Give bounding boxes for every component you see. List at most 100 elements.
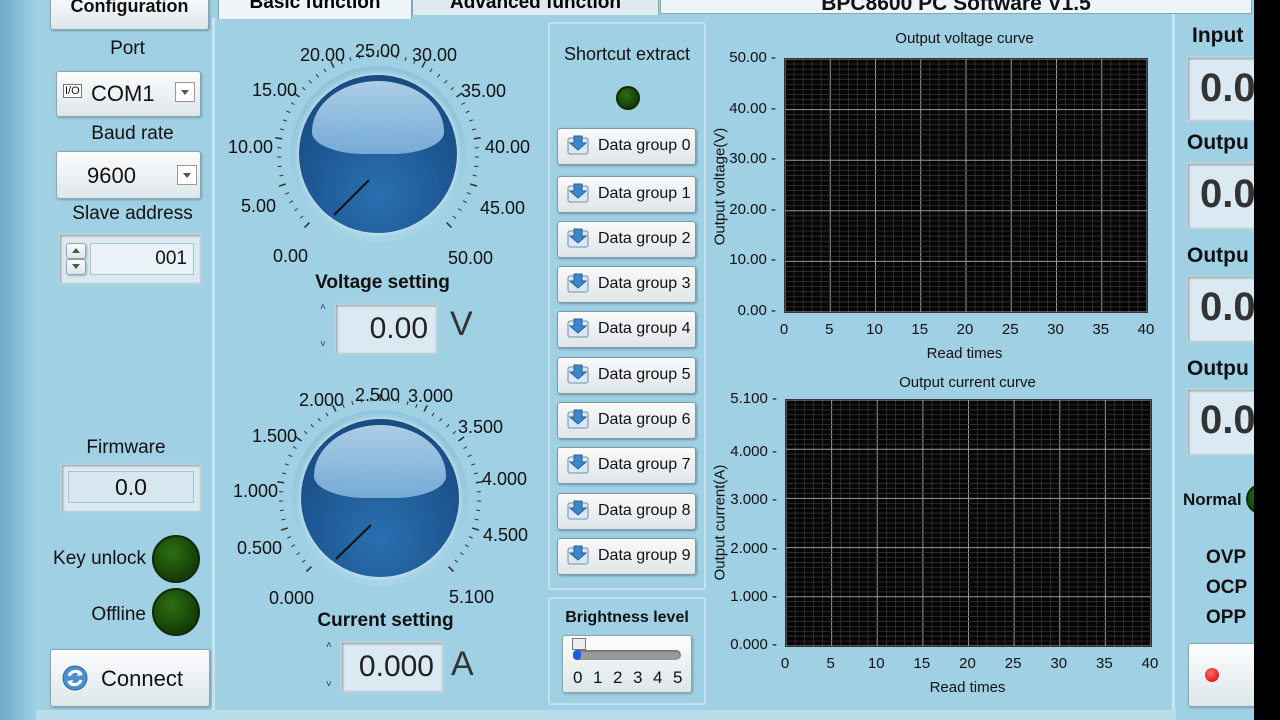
current-tick-mark	[281, 518, 286, 521]
load-data-icon	[567, 409, 589, 429]
current-tick-4: 2.000	[299, 390, 345, 410]
voltage-tick-2: 10.00	[228, 137, 274, 157]
baud-rate-select[interactable]: 9600	[56, 151, 201, 199]
tab-advanced-function[interactable]: Advanced function	[412, 0, 659, 15]
voltage-tick-mark	[279, 174, 284, 177]
baud-rate-label: Baud rate	[91, 123, 174, 144]
x-tick-label: 40	[1141, 655, 1159, 672]
load-data-icon	[567, 318, 589, 338]
x-tick-label: 15	[911, 321, 929, 338]
voltage-tick-mark	[286, 110, 291, 114]
current-tick-mark	[287, 536, 292, 539]
data-group-label-8: Data group 8	[598, 502, 691, 519]
slave-address-field[interactable]: 001	[58, 233, 202, 285]
brightness-panel: Brightness level 012345	[548, 597, 706, 705]
y-tick-label: 4.000 -	[730, 443, 777, 461]
voltage-tick-mark	[303, 222, 310, 229]
input-label: Input	[1192, 24, 1244, 47]
tab-advanced-function-label: Advanced function	[449, 0, 621, 13]
x-tick-label: 0	[779, 321, 789, 338]
data-group-button-8[interactable]: Data group 8	[557, 493, 696, 530]
current-tick-mark	[325, 412, 329, 417]
voltage-chart-ylabel: Output voltage(V)	[711, 127, 729, 246]
voltage-tick-mark	[301, 86, 306, 91]
data-group-label-1: Data group 1	[598, 185, 691, 202]
current-tick-mark	[467, 454, 472, 458]
voltage-increment[interactable]: ˄	[320, 303, 332, 315]
current-tick-mark	[317, 417, 321, 422]
shortcut-extract-indicator	[616, 86, 640, 110]
current-tick-10: 5.100	[449, 587, 495, 607]
data-group-button-1[interactable]: Data group 1	[557, 176, 696, 213]
baud-rate-dropdown-arrow[interactable]	[177, 165, 197, 185]
current-tick-mark	[474, 518, 479, 521]
voltage-tick-mark	[404, 56, 407, 61]
brightness-tick-4: 4	[653, 668, 663, 687]
key-unlock-label: Key unlock	[53, 548, 146, 569]
slave-address-down[interactable]	[66, 259, 86, 275]
current-tick-mark	[351, 400, 354, 405]
data-group-button-2[interactable]: Data group 2	[557, 221, 696, 258]
output-label-1: Outpu	[1187, 131, 1249, 154]
voltage-chart-grid	[784, 58, 1148, 313]
port-select[interactable]: I/O COM1	[56, 71, 201, 117]
data-group-label-9: Data group 9	[598, 547, 691, 564]
data-group-button-4[interactable]: Data group 4	[557, 311, 696, 348]
data-group-button-0[interactable]: Data group 0	[557, 128, 696, 165]
brightness-tick-5: 5	[673, 668, 683, 687]
voltage-setting-label: Voltage setting	[315, 272, 450, 293]
data-group-button-9[interactable]: Data group 9	[557, 538, 696, 575]
current-tick-mark	[296, 552, 301, 556]
firmware-field: 0.0	[60, 463, 202, 513]
current-chart-plot	[785, 399, 1152, 647]
current-tick-mark	[464, 544, 469, 548]
current-value: 0.000	[358, 650, 434, 683]
configuration-button[interactable]: Configuration	[50, 0, 209, 30]
brightness-track[interactable]	[573, 650, 681, 660]
brightness-slider[interactable]: 012345	[562, 635, 692, 693]
x-tick-label: 40	[1137, 321, 1155, 338]
brightness-thumb[interactable]	[572, 638, 586, 650]
data-group-button-7[interactable]: Data group 7	[557, 447, 696, 484]
data-group-label-4: Data group 4	[598, 320, 691, 337]
current-tick-mark	[452, 430, 457, 435]
x-tick-label: 25	[1004, 655, 1022, 672]
voltage-tick-9: 45.00	[480, 198, 526, 218]
data-group-label-2: Data group 2	[598, 230, 691, 247]
current-tick-2: 1.000	[233, 481, 279, 501]
port-dropdown-arrow[interactable]	[175, 82, 195, 102]
connect-button[interactable]: Connect	[50, 649, 210, 707]
voltage-value: 0.00	[369, 312, 428, 345]
voltage-chart-plot	[784, 58, 1148, 313]
voltage-tick-mark	[437, 73, 441, 78]
right-panel-divider	[1172, 14, 1175, 720]
voltage-decrement[interactable]: ˅	[320, 340, 332, 352]
voltage-tick-mark	[461, 102, 466, 106]
voltage-tick-mark	[462, 200, 467, 204]
data-group-button-6[interactable]: Data group 6	[557, 402, 696, 439]
current-decrement[interactable]: ˅	[326, 680, 338, 692]
y-tick-label: 30.00 -	[729, 150, 776, 168]
load-data-icon	[567, 545, 589, 565]
slave-address-up[interactable]	[66, 243, 86, 259]
current-dial[interactable]: 0.000 0.500 1.000 1.500 2.000 2.500 3.00…	[215, 380, 535, 620]
slave-address-input[interactable]: 001	[90, 243, 194, 275]
x-tick-label: 20	[956, 321, 974, 338]
current-increment[interactable]: ˄	[326, 641, 338, 653]
data-group-button-5[interactable]: Data group 5	[557, 357, 696, 394]
tab-basic-function[interactable]: Basic function	[218, 0, 412, 19]
data-group-button-3[interactable]: Data group 3	[557, 266, 696, 303]
refresh-icon	[62, 665, 88, 691]
current-tick-mark	[301, 559, 306, 563]
current-value-field[interactable]: 0.000	[340, 641, 444, 693]
x-tick-label: 5	[826, 655, 835, 672]
voltage-tick-7: 35.00	[461, 81, 507, 101]
voltage-dial[interactable]: 0.00 5.00 10.00 15.00 20.00 25.00 30.00 …	[215, 38, 535, 278]
voltage-tick-mark	[308, 80, 312, 84]
voltage-tick-mark	[452, 215, 457, 219]
slave-address-label: Slave address	[72, 203, 193, 224]
voltage-tick-mark	[474, 165, 479, 168]
voltage-tick-mark	[349, 56, 352, 61]
load-data-icon	[567, 135, 589, 155]
voltage-value-field[interactable]: 0.00	[334, 303, 438, 355]
